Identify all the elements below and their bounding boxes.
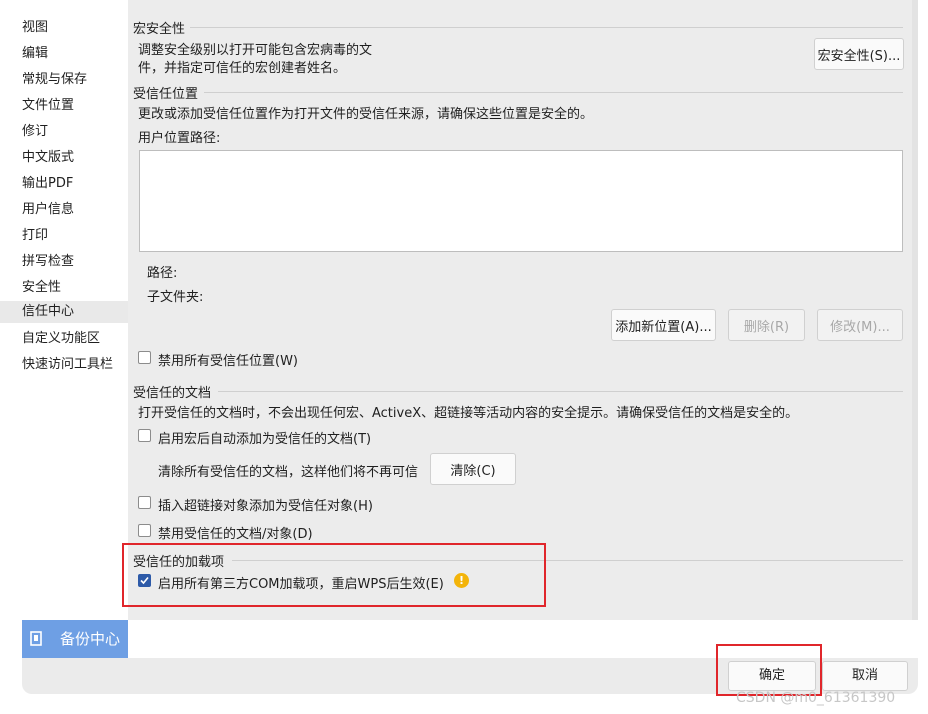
macro-security-desc-2: 件，并指定可信任的宏创建者姓名。 bbox=[138, 61, 347, 76]
backup-icon bbox=[30, 631, 42, 646]
macro-security-title: 宏安全性 bbox=[133, 22, 186, 37]
macro-security-divider bbox=[190, 27, 903, 28]
trusted-documents-desc: 打开受信任的文档时，不会出现任何宏、ActiveX、超链接等活动内容的安全提示。… bbox=[138, 406, 799, 421]
sidebar-item-security[interactable]: 安全性 bbox=[22, 277, 61, 299]
sidebar-item-export-pdf[interactable]: 输出PDF bbox=[22, 173, 73, 195]
sidebar-item-file-locations[interactable]: 文件位置 bbox=[22, 95, 74, 117]
user-location-path-label: 用户位置路径: bbox=[138, 131, 221, 146]
sidebar-item-user-info[interactable]: 用户信息 bbox=[22, 199, 74, 221]
check-icon bbox=[140, 576, 149, 585]
sidebar-item-edit[interactable]: 编辑 bbox=[22, 43, 48, 65]
add-location-button[interactable]: 添加新位置(A)... bbox=[611, 309, 716, 341]
trust-center-panel: 宏安全性 调整安全级别以打开可能包含宏病毒的文 件，并指定可信任的宏创建者姓名。… bbox=[128, 0, 912, 620]
sidebar-item-general-save[interactable]: 常规与保存 bbox=[22, 69, 87, 91]
sidebar-item-view[interactable]: 视图 bbox=[22, 17, 48, 39]
trusted-documents-title: 受信任的文档 bbox=[133, 386, 212, 401]
disable-trusted-locations-label: 禁用所有受信任位置(W) bbox=[158, 354, 298, 369]
trusted-locations-divider bbox=[204, 92, 903, 93]
clear-trusted-button[interactable]: 清除(C) bbox=[430, 453, 516, 485]
sidebar-item-customize-ribbon[interactable]: 自定义功能区 bbox=[22, 328, 100, 350]
sidebar-item-trust-center[interactable]: 信任中心 bbox=[0, 301, 128, 323]
modify-location-button[interactable]: 修改(M)... bbox=[817, 309, 903, 341]
sidebar-item-spell-check[interactable]: 拼写检查 bbox=[22, 251, 74, 273]
window-edge bbox=[918, 0, 928, 714]
trusted-locations-title: 受信任位置 bbox=[133, 87, 199, 102]
clear-trusted-text: 清除所有受信任的文档，这样他们将不再可信 bbox=[158, 465, 419, 480]
path-label: 路径: bbox=[147, 266, 178, 281]
trusted-addins-title: 受信任的加载项 bbox=[133, 555, 225, 570]
options-sidebar: 视图 编辑 常规与保存 文件位置 修订 中文版式 输出PDF 用户信息 打印 拼… bbox=[0, 0, 128, 714]
cancel-button[interactable]: 取消 bbox=[822, 661, 908, 691]
sidebar-item-quick-access-toolbar[interactable]: 快速访问工具栏 bbox=[22, 354, 113, 376]
trusted-locations-list[interactable] bbox=[139, 150, 903, 252]
auto-add-trusted-label: 启用宏后自动添加为受信任的文档(T) bbox=[158, 432, 372, 447]
trusted-locations-desc: 更改或添加受信任位置作为打开文件的受信任来源，请确保这些位置是安全的。 bbox=[138, 107, 594, 122]
trusted-addins-divider bbox=[232, 560, 903, 561]
macro-security-desc-1: 调整安全级别以打开可能包含宏病毒的文 bbox=[138, 43, 373, 58]
trusted-documents-divider bbox=[218, 391, 903, 392]
sidebar-item-revisions[interactable]: 修订 bbox=[22, 121, 48, 143]
backup-center-label: 备份中心 bbox=[60, 630, 121, 648]
backup-center-button[interactable]: 备份中心 bbox=[22, 620, 128, 658]
macro-security-button[interactable]: 宏安全性(S)... bbox=[814, 38, 904, 70]
enable-com-addins-label: 启用所有第三方COM加载项，重启WPS后生效(E) bbox=[158, 577, 444, 592]
subfolder-label: 子文件夹: bbox=[147, 290, 204, 305]
delete-location-button[interactable]: 删除(R) bbox=[728, 309, 805, 341]
ok-button[interactable]: 确定 bbox=[728, 661, 816, 691]
warning-icon[interactable]: ! bbox=[454, 573, 469, 588]
watermark: CSDN @m0_61361390 bbox=[736, 690, 896, 706]
hyperlink-trusted-label: 插入超链接对象添加为受信任对象(H) bbox=[158, 499, 373, 514]
enable-com-addins-checkbox[interactable] bbox=[138, 574, 151, 587]
hyperlink-trusted-checkbox[interactable] bbox=[138, 496, 151, 509]
disable-trusted-docs-checkbox[interactable] bbox=[138, 524, 151, 537]
sidebar-item-chinese-layout[interactable]: 中文版式 bbox=[22, 147, 74, 169]
sidebar-item-print[interactable]: 打印 bbox=[22, 225, 48, 247]
auto-add-trusted-checkbox[interactable] bbox=[138, 429, 151, 442]
disable-trusted-docs-label: 禁用受信任的文档/对象(D) bbox=[158, 527, 313, 542]
disable-trusted-locations-checkbox[interactable] bbox=[138, 351, 151, 364]
